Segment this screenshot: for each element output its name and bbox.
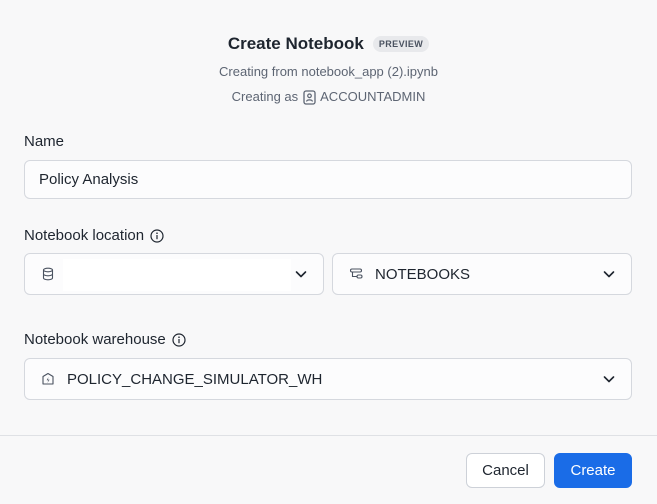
warehouse-select-value: POLICY_CHANGE_SIMULATOR_WH xyxy=(67,370,323,388)
chevron-down-icon xyxy=(603,374,615,384)
cancel-button[interactable]: Cancel xyxy=(466,453,545,488)
warehouse-label: Notebook warehouse xyxy=(24,331,186,349)
warehouse-select[interactable]: POLICY_CHANGE_SIMULATOR_WH xyxy=(24,358,632,400)
create-button[interactable]: Create xyxy=(554,453,632,488)
create-notebook-dialog: Create Notebook PREVIEW Creating from no… xyxy=(0,0,657,504)
location-label: Notebook location xyxy=(24,227,164,245)
database-select-value xyxy=(63,259,291,291)
schema-icon xyxy=(349,267,363,281)
dialog-header: Create Notebook PREVIEW xyxy=(0,33,657,55)
name-input-value: Policy Analysis xyxy=(39,171,139,188)
info-icon[interactable] xyxy=(172,333,186,347)
database-icon xyxy=(41,267,55,281)
chevron-down-icon xyxy=(603,269,615,279)
name-label-text: Name xyxy=(24,133,65,150)
name-input[interactable]: Policy Analysis xyxy=(24,160,632,199)
role-prefix: Creating as xyxy=(231,89,299,104)
role-badge-icon xyxy=(303,89,316,105)
role-name: ACCOUNTADMIN xyxy=(320,89,426,104)
chevron-down-icon xyxy=(295,269,307,279)
source-file-subtitle: Creating from notebook_app (2).ipynb xyxy=(219,64,438,79)
dialog-title: Create Notebook xyxy=(227,34,364,53)
schema-select-value: NOTEBOOKS xyxy=(375,265,471,283)
warehouse-icon xyxy=(41,372,55,386)
database-select[interactable] xyxy=(24,253,324,295)
name-label: Name xyxy=(24,133,64,151)
role-info: Creating as ACCOUNTADMIN xyxy=(0,89,657,105)
warehouse-label-text: Notebook warehouse xyxy=(24,331,166,348)
preview-badge: PREVIEW xyxy=(372,36,430,52)
info-icon[interactable] xyxy=(150,229,164,243)
footer-divider xyxy=(0,435,657,436)
schema-select[interactable]: NOTEBOOKS xyxy=(332,253,632,295)
location-label-text: Notebook location xyxy=(24,227,145,244)
